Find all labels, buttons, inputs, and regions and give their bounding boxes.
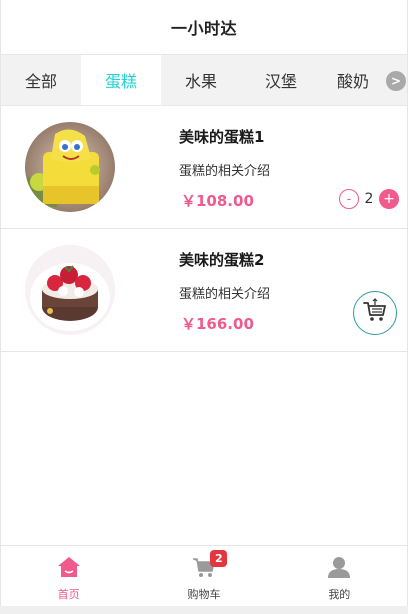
nav-cart[interactable]: 购物车 2 [136,546,271,606]
product-name[interactable]: 美味的蛋糕2 [179,249,264,270]
tab-burger[interactable]: 汉堡 [241,55,321,105]
tab-label: 水果 [184,72,217,91]
shopping-cart-icon [362,298,388,328]
user-icon [327,556,351,582]
nav-home[interactable]: 首页 [1,546,136,606]
tab-all[interactable]: 全部 [1,55,81,105]
decrease-quantity-button[interactable]: - [339,189,359,209]
cart-count-badge: 2 [210,550,228,567]
quantity-stepper: - 2 + [339,189,399,209]
quantity-value: 2 [364,191,374,207]
product-description: 蛋糕的相关介绍 [179,287,271,302]
tab-fruit[interactable]: 水果 [161,55,241,105]
product-name[interactable]: 美味的蛋糕1 [179,126,264,147]
product-description: 蛋糕的相关介绍 [179,164,271,179]
bottom-navigation: 首页 购物车 2 我的 [1,545,407,606]
tab-label: 蛋糕 [104,72,137,91]
app-container: 一小时达 全部 蛋糕 水果 汉堡 酸奶 > 美味的蛋糕1 蛋糕的相关介绍 ￥10… [0,0,408,614]
tab-cake[interactable]: 蛋糕 [81,55,161,105]
category-tabs: 全部 蛋糕 水果 汉堡 酸奶 > [1,55,407,106]
yellow-sponge-cake-image[interactable] [25,122,115,212]
tab-yogurt[interactable]: 酸奶 [321,55,369,105]
chevron-right-icon[interactable]: > [386,71,406,91]
increase-quantity-button[interactable]: + [379,189,399,209]
tab-label: 酸奶 [336,72,369,91]
tab-label: 全部 [24,72,57,91]
nav-cart-label: 购物车 [187,588,221,601]
nav-profile-label: 我的 [328,588,351,601]
nav-profile[interactable]: 我的 [272,546,407,606]
home-icon [57,556,81,582]
strawberry-chocolate-cake-image[interactable] [25,245,115,335]
bottom-divider [0,606,408,614]
tab-label: 汉堡 [264,72,297,91]
page-title: 一小时达 [170,19,237,38]
product-list: 美味的蛋糕1 蛋糕的相关介绍 ￥108.00 - 2 + 美味的蛋糕2 蛋糕的相… [1,106,407,352]
list-item[interactable]: 美味的蛋糕2 蛋糕的相关介绍 ￥166.00 [1,229,407,352]
top-header: 一小时达 [1,0,407,55]
product-price: ￥108.00 [181,192,254,210]
list-item[interactable]: 美味的蛋糕1 蛋糕的相关介绍 ￥108.00 - 2 + [1,106,407,229]
nav-home-label: 首页 [57,588,80,601]
add-to-cart-button[interactable] [353,291,397,335]
product-price: ￥166.00 [181,315,254,333]
